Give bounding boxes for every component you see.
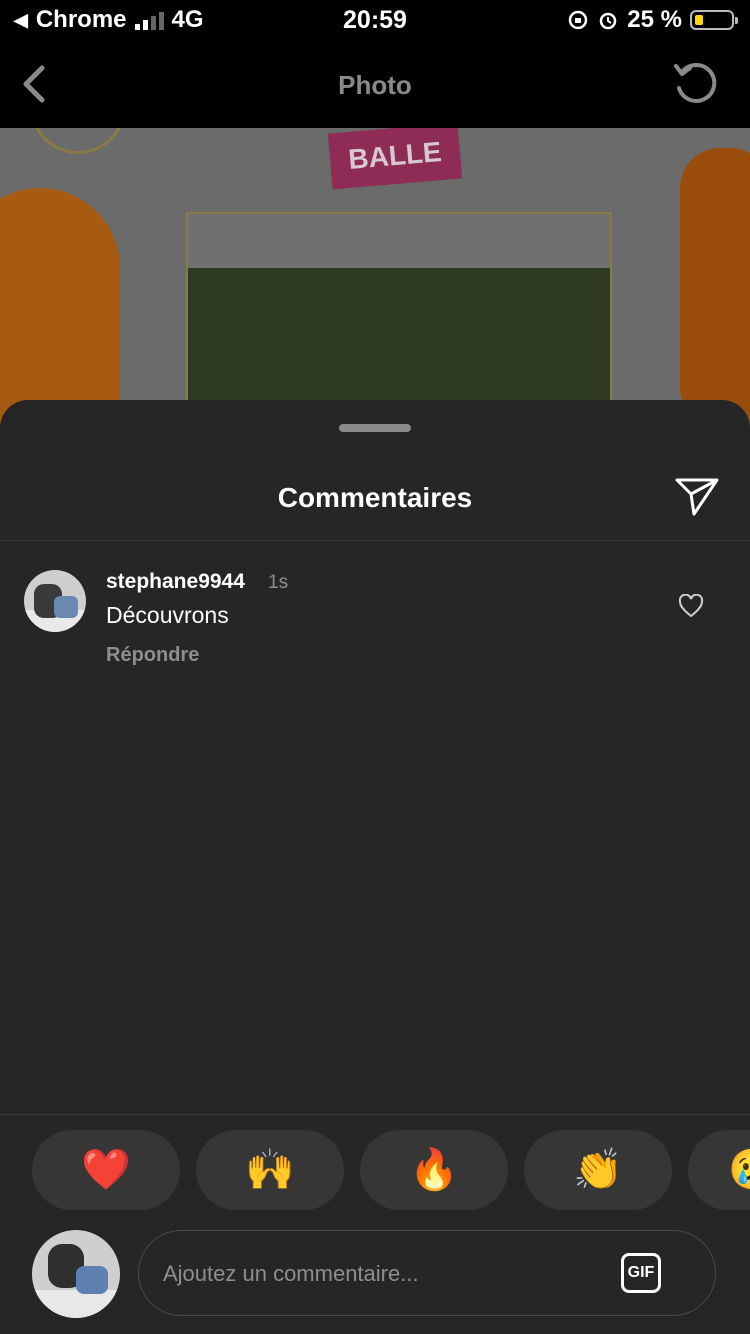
reaction-clap-button[interactable]: 👏: [524, 1130, 672, 1210]
photo-shape-left: [0, 188, 120, 428]
comment-input[interactable]: Ajoutez un commentaire... GIF: [138, 1230, 716, 1316]
comment-time: 1s: [268, 572, 289, 593]
status-bar: ◀ Chrome 4G 20:59 25 %: [0, 0, 750, 40]
nav-bar: Photo: [0, 40, 750, 128]
comments-title: Commentaires: [277, 482, 473, 513]
sheet-drag-handle[interactable]: [339, 424, 411, 432]
post-photo[interactable]: BALLE: [0, 128, 750, 428]
reaction-fire-button[interactable]: 🔥: [360, 1130, 508, 1210]
page-title: Photo: [338, 70, 412, 100]
reaction-raised-hands-button[interactable]: 🙌: [196, 1130, 344, 1210]
comment-text: Découvrons: [106, 602, 229, 628]
reaction-heart-button[interactable]: ❤️: [32, 1130, 180, 1210]
battery-icon: [690, 10, 738, 30]
comment-username[interactable]: stephane9944: [106, 570, 245, 594]
avatar: [32, 1230, 120, 1318]
alarm-icon: [600, 12, 617, 30]
refresh-icon[interactable]: [670, 58, 720, 108]
divider: [0, 1114, 750, 1115]
logo-circle: [30, 128, 126, 154]
comment-item: stephane9944 1s Découvrons Répondre: [0, 570, 750, 680]
comments-sheet: Commentaires stephane9944 1s Découvrons …: [0, 400, 750, 1334]
reaction-more-button[interactable]: 😢: [688, 1130, 750, 1210]
reply-button[interactable]: Répondre: [106, 644, 199, 667]
photo-badge: BALLE: [327, 128, 463, 190]
comment-input-placeholder: Ajoutez un commentaire...: [163, 1261, 419, 1286]
status-right: 25 %: [567, 6, 738, 34]
photo-shape-right: [680, 148, 750, 428]
photo-frame: [186, 212, 612, 428]
heart-icon[interactable]: [678, 594, 704, 618]
avatar[interactable]: [24, 570, 86, 632]
comment-input-row: Ajoutez un commentaire... GIF: [0, 1230, 750, 1320]
rotation-lock-icon: [569, 10, 588, 30]
divider: [0, 540, 750, 541]
quick-reactions: ❤️ 🙌 🔥 👏 😢: [32, 1130, 750, 1210]
battery-percent: 25 %: [627, 6, 682, 33]
gif-button[interactable]: GIF: [621, 1253, 661, 1293]
send-icon[interactable]: [674, 474, 720, 518]
